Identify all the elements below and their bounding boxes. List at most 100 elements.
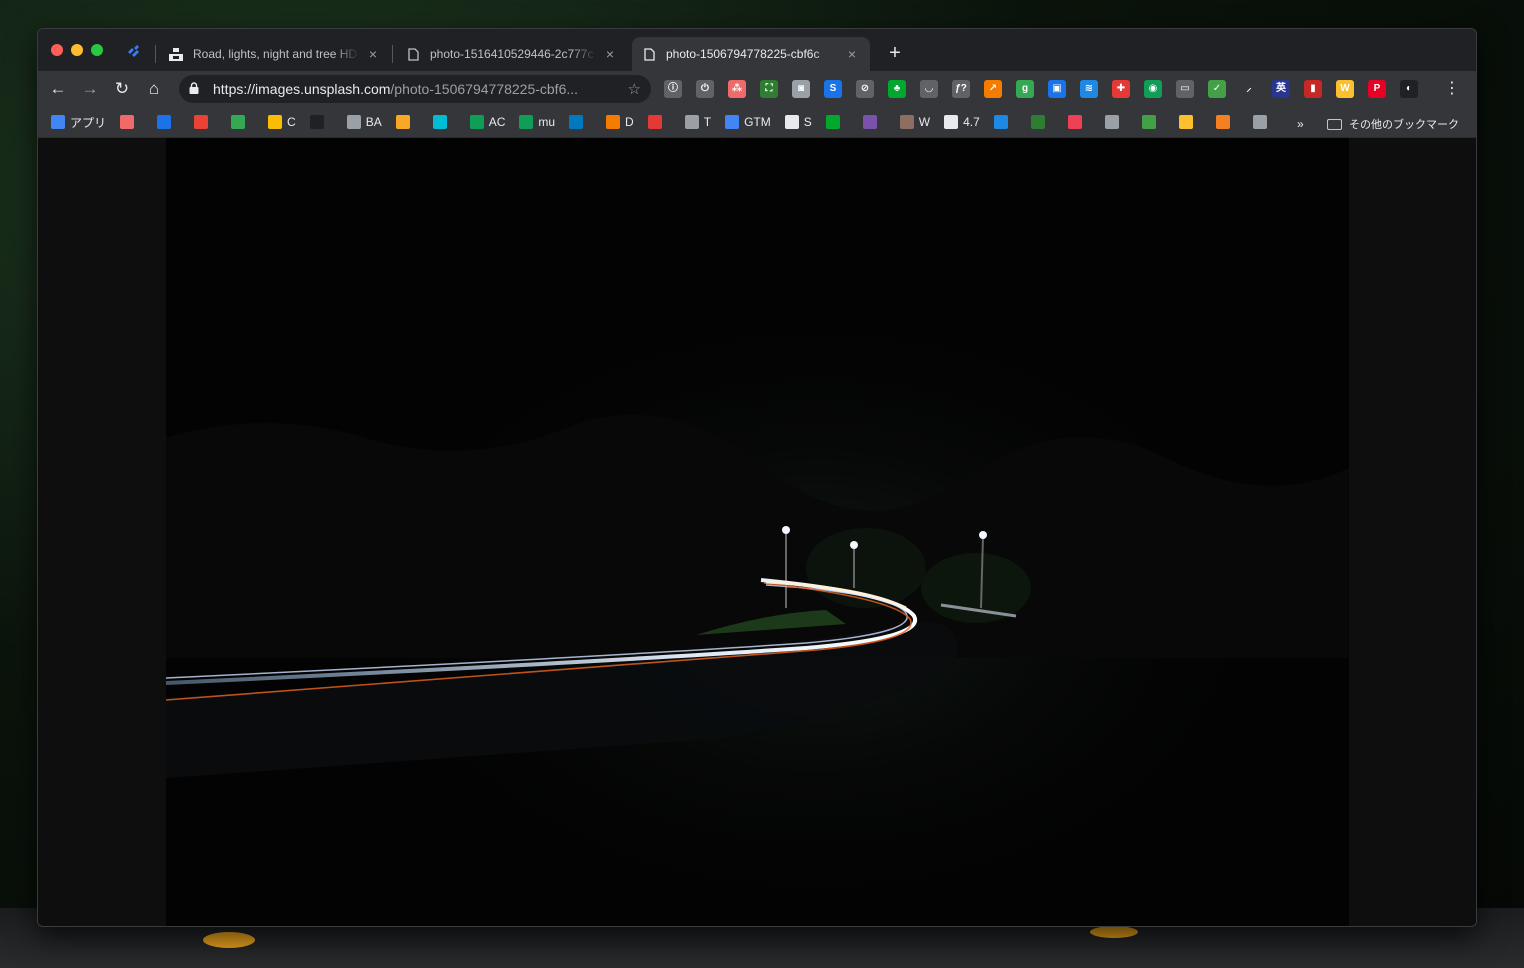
lock-icon bbox=[189, 81, 203, 97]
bookmark-item[interactable]: アプリ bbox=[51, 112, 106, 132]
bookmark-label: D bbox=[625, 115, 634, 129]
pinned-tab-icon[interactable] bbox=[126, 43, 142, 59]
bookmark-item[interactable]: GTM bbox=[725, 112, 771, 132]
tab-photo-1516410529446[interactable]: photo-1516410529446-2c777c × bbox=[396, 37, 628, 71]
unsplash-icon bbox=[169, 47, 183, 61]
screen-icon bbox=[1030, 115, 1045, 129]
bookmark-icon[interactable]: ▮ bbox=[1304, 80, 1322, 98]
other-bookmarks-label: その他のブックマーク bbox=[1349, 119, 1459, 131]
bookmark-item[interactable] bbox=[231, 112, 250, 132]
layers-icon[interactable]: ≋ bbox=[1080, 80, 1098, 98]
bookmarks-bar: アプリ C BA AC mu D T GTM S W 4.7 » その他のブックマーク bbox=[38, 107, 1476, 138]
stack-icon bbox=[1215, 115, 1230, 129]
url-text[interactable]: https://images.unsplash.com/photo-150679… bbox=[213, 81, 628, 97]
comment-icon[interactable]: ▭ bbox=[1176, 80, 1194, 98]
bookmark-items: アプリ C BA AC mu D T GTM S W 4.7 bbox=[51, 112, 1290, 132]
photo-image bbox=[166, 138, 1349, 926]
b-badge-icon bbox=[862, 115, 877, 129]
bookmark-item[interactable]: D bbox=[606, 112, 634, 132]
bookmark-item[interactable]: AC bbox=[469, 112, 505, 132]
bookmark-item[interactable] bbox=[1104, 112, 1124, 132]
home-icon[interactable]: ⌂ bbox=[143, 78, 165, 100]
bookmark-item[interactable]: mu bbox=[519, 112, 555, 132]
gtm-icon bbox=[725, 115, 740, 129]
bookmark-item[interactable] bbox=[569, 112, 588, 132]
more-bookmarks-button[interactable]: » bbox=[1297, 117, 1304, 131]
bookmark-item[interactable] bbox=[862, 112, 882, 132]
camera-icon[interactable]: ◙ bbox=[792, 80, 810, 98]
address-bar[interactable]: https://images.unsplash.com/photo-150679… bbox=[179, 75, 651, 103]
bookmark-item[interactable] bbox=[1178, 112, 1198, 132]
info-icon[interactable]: ⓘ bbox=[664, 80, 682, 98]
bookmark-item[interactable] bbox=[395, 112, 415, 132]
folder-icon bbox=[1327, 118, 1342, 130]
pocket-icon bbox=[1067, 115, 1082, 129]
bookmark-item[interactable] bbox=[194, 112, 213, 132]
close-window-button[interactable] bbox=[51, 44, 63, 56]
minimize-window-button[interactable] bbox=[71, 44, 83, 56]
page-viewport bbox=[38, 138, 1476, 926]
lambda-icon bbox=[1178, 115, 1193, 129]
extensions-area: ⓘ ⏻ ⁂ ⛶ ◙ S ⊘ ♣ ◡ ƒ? ↗ g ▣ ≋ ✚ ◉ ▭ ✓ ⸝ 英 ▮ W P ◐ bbox=[664, 80, 1418, 98]
back-icon[interactable]: ← bbox=[47, 78, 69, 100]
w-icon[interactable]: W bbox=[1336, 80, 1354, 98]
profile-icon[interactable]: ◐ bbox=[1400, 80, 1418, 98]
tab-road-lights[interactable]: Road, lights, night and tree HD × bbox=[159, 37, 391, 71]
flag-blue-icon bbox=[993, 115, 1008, 129]
check-icon[interactable]: ✓ bbox=[1208, 80, 1226, 98]
bookmark-star-icon[interactable]: ☆ bbox=[628, 80, 641, 98]
crop-icon[interactable]: ⛶ bbox=[760, 80, 778, 98]
url-host: https://images.unsplash.com bbox=[213, 81, 391, 97]
cross-icon[interactable]: ✚ bbox=[1112, 80, 1130, 98]
bookmark-item[interactable] bbox=[993, 112, 1013, 132]
bookmark-item[interactable] bbox=[309, 112, 329, 132]
new-tab-button[interactable]: + bbox=[883, 41, 907, 65]
close-tab-icon[interactable]: × bbox=[365, 46, 381, 62]
bookmark-item[interactable] bbox=[647, 112, 667, 132]
bookmark-item[interactable] bbox=[1215, 112, 1235, 132]
window-icon[interactable]: ▣ bbox=[1048, 80, 1066, 98]
box-icon bbox=[899, 115, 914, 129]
bookmark-item[interactable] bbox=[1067, 112, 1087, 132]
bookmark-item[interactable]: C bbox=[268, 112, 296, 132]
zoom-window-button[interactable] bbox=[91, 44, 103, 56]
pinterest-icon[interactable]: P bbox=[1368, 80, 1386, 98]
tab-photo-1506794778225[interactable]: photo-1506794778225-cbf6c × bbox=[632, 37, 870, 71]
bookmark-item[interactable] bbox=[1030, 112, 1050, 132]
evernote-icon[interactable]: ♣ bbox=[888, 80, 906, 98]
other-bookmarks-folder[interactable]: その他のブックマーク bbox=[1327, 116, 1459, 132]
drive-icon bbox=[268, 115, 283, 129]
browser-toolbar: ← → ↻ ⌂ https://images.unsplash.com/phot… bbox=[38, 71, 1476, 107]
asana-icon[interactable]: ⁂ bbox=[728, 80, 746, 98]
close-tab-icon[interactable]: × bbox=[844, 46, 860, 62]
bookmark-item[interactable]: T bbox=[684, 112, 712, 132]
block-icon[interactable]: ⊘ bbox=[856, 80, 874, 98]
bookmark-item[interactable]: S bbox=[784, 112, 812, 132]
bookmark-item[interactable]: BA bbox=[346, 112, 382, 132]
google-plus-icon[interactable]: g bbox=[1016, 80, 1034, 98]
chart-icon[interactable]: ↗ bbox=[984, 80, 1002, 98]
circle-icon[interactable]: ◉ bbox=[1144, 80, 1162, 98]
bookmark-item[interactable] bbox=[1252, 112, 1272, 132]
bookmark-item[interactable] bbox=[825, 112, 845, 132]
translate-icon[interactable]: 英 bbox=[1272, 80, 1290, 98]
bookmark-item[interactable] bbox=[120, 112, 139, 132]
function-icon[interactable]: ƒ? bbox=[952, 80, 970, 98]
feather-icon[interactable]: ⸝ bbox=[1240, 80, 1258, 98]
pocket-icon[interactable]: ◡ bbox=[920, 80, 938, 98]
bookmark-item[interactable]: 4.7 bbox=[944, 112, 980, 132]
bookmark-item[interactable] bbox=[432, 112, 452, 132]
bookmark-item[interactable]: W bbox=[899, 112, 930, 132]
bookmark-label: T bbox=[703, 115, 712, 129]
forward-icon[interactable]: → bbox=[79, 78, 101, 100]
tab-separator bbox=[155, 45, 156, 63]
page-icon bbox=[406, 47, 420, 61]
power-icon[interactable]: ⏻ bbox=[696, 80, 714, 98]
reload-icon[interactable]: ↻ bbox=[111, 78, 133, 100]
bookmark-item[interactable] bbox=[157, 112, 176, 132]
browser-menu-icon[interactable]: ⋮ bbox=[1444, 79, 1460, 99]
close-tab-icon[interactable]: × bbox=[602, 46, 618, 62]
s-icon[interactable]: S bbox=[824, 80, 842, 98]
browser-window: Road, lights, night and tree HD × photo-… bbox=[37, 28, 1477, 927]
bookmark-item[interactable] bbox=[1141, 112, 1161, 132]
